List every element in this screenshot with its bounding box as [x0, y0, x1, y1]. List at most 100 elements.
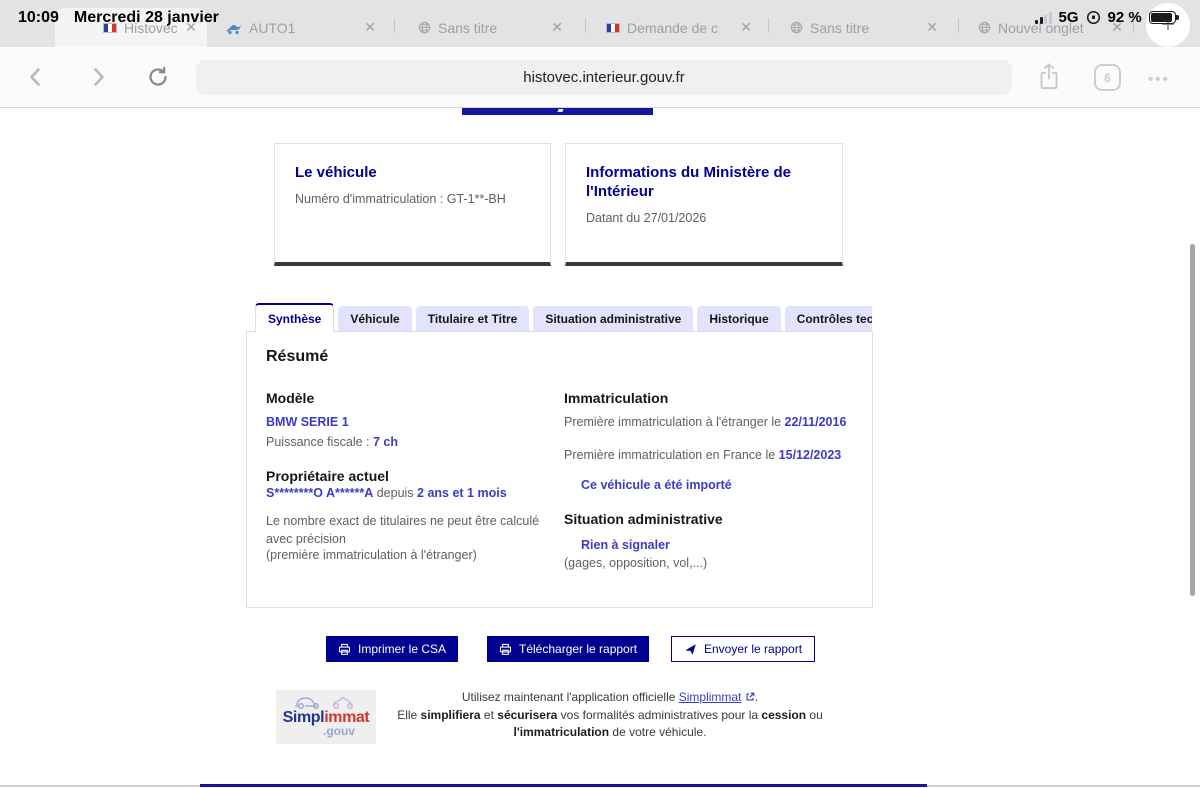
model-name: BMW SERIE 1: [266, 415, 349, 429]
promo-bold-immatriculation: l'immatriculation: [513, 725, 610, 739]
print-csa-label: Imprimer le CSA: [358, 642, 447, 656]
status-bar-right: 5G 92 %: [1035, 9, 1179, 26]
cellular-signal-icon: [1035, 11, 1052, 24]
close-tab-icon[interactable]: ✕: [740, 19, 752, 36]
owner-since-value: 2 ans et 1 mois: [417, 486, 507, 500]
promo-line1-text: Utilisez maintenant l'application offici…: [461, 690, 679, 704]
owner-note-line1: Le nombre exact de titulaires ne peut êt…: [266, 514, 540, 546]
close-tab-icon[interactable]: ✕: [926, 19, 938, 36]
orientation-lock-icon: [1086, 10, 1101, 25]
network-label: 5G: [1058, 9, 1079, 26]
tab-separator: [768, 18, 769, 33]
tab-separator: [958, 18, 959, 33]
browser-toolbar: histovec.interieur.gouv.fr 6 •••: [0, 47, 1200, 108]
send-report-label: Envoyer le rapport: [704, 642, 803, 656]
fiscal-power-line: Puissance fiscale : 7 ch: [266, 435, 398, 449]
promo-bold-cession: cession: [761, 707, 807, 722]
tab-demande[interactable]: Demande de c ✕: [596, 8, 762, 47]
forward-button[interactable]: [86, 65, 110, 89]
report-tab-titulaire[interactable]: Titulaire et Titre: [415, 306, 530, 332]
external-link-icon: [745, 692, 755, 702]
globe-icon: [790, 21, 803, 34]
report-tab-bar: Synthèse Véhicule Titulaire et Titre Sit…: [255, 302, 872, 332]
registration-line1: Première immatriculation à l'étranger le…: [564, 415, 846, 429]
registration-heading: Immatriculation: [564, 390, 669, 406]
report-tab-situation[interactable]: Situation administrative: [533, 306, 694, 332]
report-tab-historique[interactable]: Historique: [697, 306, 781, 332]
promo-line2-b: et: [480, 707, 498, 722]
tab-title: Demande de c: [627, 19, 719, 36]
back-button[interactable]: [24, 65, 48, 89]
admin-heading: Situation administrative: [564, 511, 723, 527]
vehicle-card: Le véhicule Numéro d'immatriculation : G…: [274, 143, 551, 266]
status-date: Mercredi 28 janvier: [73, 9, 219, 26]
tab-separator: [394, 18, 395, 33]
clipped-blue-button[interactable]: [462, 108, 653, 115]
simplimmat-link[interactable]: Simplimmat: [679, 690, 742, 704]
promo-line2-a: Elle: [397, 707, 421, 722]
promo-bold-securisera: sécurisera: [497, 707, 558, 722]
download-report-button[interactable]: Télécharger le rapport: [487, 636, 650, 662]
owner-note-line2: (première immatriculation à l'étranger): [266, 548, 477, 562]
registration-line1-label: Première immatriculation à l'étranger le: [564, 415, 785, 429]
reload-button[interactable]: [146, 65, 170, 89]
french-flag-favicon: [606, 22, 620, 33]
ministry-card-body: Datant du 27/01/2026: [586, 211, 707, 225]
more-menu-icon[interactable]: •••: [1148, 71, 1170, 88]
vehicle-card-body: Numéro d'immatriculation : GT-1**-BH: [295, 192, 506, 206]
fiscal-power-value: 7 ch: [373, 435, 399, 449]
report-tab-vehicule[interactable]: Véhicule: [338, 306, 412, 332]
model-heading: Modèle: [266, 390, 315, 406]
wordmark-gouv: .gouv: [323, 724, 355, 738]
globe-icon: [418, 21, 431, 34]
safari-window: Histovec - Rap ✕ AUTO1 ✕ Sans titre ✕ De…: [0, 0, 1200, 788]
tab-sans-titre-2[interactable]: Sans titre ✕: [780, 8, 948, 47]
summary-title: Résumé: [266, 348, 329, 365]
close-tab-icon[interactable]: ✕: [551, 19, 563, 36]
promo-line1-period: .: [754, 690, 759, 704]
tab-separator: [585, 18, 586, 33]
promo-bold-simplifiera: simplifiera: [420, 707, 481, 722]
registration-line1-date: 22/11/2016: [784, 415, 847, 429]
ministry-card: Informations du Ministère de l'Intérieur…: [565, 143, 843, 266]
wordmark-part1: Simpl: [282, 709, 325, 726]
owner-line: S********O A******A depuis 2 ans et 1 mo…: [266, 486, 507, 500]
close-tab-icon[interactable]: ✕: [364, 19, 376, 36]
browser-tab-bar: Histovec - Rap ✕ AUTO1 ✕ Sans titre ✕ De…: [0, 0, 1200, 47]
simplimmat-logo: Simplimmat .gouv: [276, 690, 376, 744]
owner-heading: Propriétaire actuel: [266, 468, 389, 484]
promo-line2: Elle simplifiera et sécurisera vos forma…: [390, 707, 830, 725]
admin-status: Rien à signaler: [581, 538, 670, 552]
report-tab-controles[interactable]: Contrôles techniques: [784, 306, 872, 332]
tabs-overview-button[interactable]: 6: [1094, 64, 1121, 91]
promo-line2-d: ou: [806, 707, 823, 722]
promo-line1: Utilisez maintenant l'application offici…: [390, 689, 830, 707]
registration-line2-date: 15/12/2023: [778, 448, 842, 462]
download-report-label: Télécharger le rapport: [519, 642, 638, 656]
send-icon: [684, 643, 697, 656]
auto1-favicon: [226, 21, 242, 35]
globe-icon: [978, 21, 991, 34]
status-bar-left: 10:09 Mercredi 28 janvier: [18, 9, 219, 27]
url-bar[interactable]: histovec.interieur.gouv.fr: [196, 60, 1012, 95]
tab-count: 6: [1104, 70, 1111, 85]
page-scrollbar[interactable]: [1190, 244, 1195, 596]
url-text: histovec.interieur.gouv.fr: [523, 69, 685, 86]
tab-title: AUTO1: [249, 19, 296, 36]
fiscal-power-label: Puissance fiscale :: [266, 435, 373, 449]
admin-detail: (gages, opposition, vol,...): [564, 556, 708, 570]
share-icon[interactable]: [1038, 62, 1060, 91]
tab-auto1[interactable]: AUTO1 ✕: [216, 8, 386, 47]
battery-percent: 92 %: [1107, 9, 1142, 26]
vehicles-doodle-icon: [293, 693, 359, 710]
print-csa-button[interactable]: Imprimer le CSA: [326, 636, 459, 662]
owner-name: S********O A******A: [266, 486, 374, 500]
ministry-card-title: Informations du Ministère de l'Intérieur: [586, 164, 792, 200]
send-report-button[interactable]: Envoyer le rapport: [671, 636, 816, 662]
vehicle-card-title: Le véhicule: [295, 164, 377, 181]
registration-line2-label: Première immatriculation en France le: [564, 448, 779, 462]
status-time: 10:09: [18, 9, 59, 26]
tab-sans-titre-1[interactable]: Sans titre ✕: [408, 8, 573, 47]
report-tab-synthese[interactable]: Synthèse: [255, 303, 335, 332]
tab-title: Sans titre: [810, 19, 870, 36]
